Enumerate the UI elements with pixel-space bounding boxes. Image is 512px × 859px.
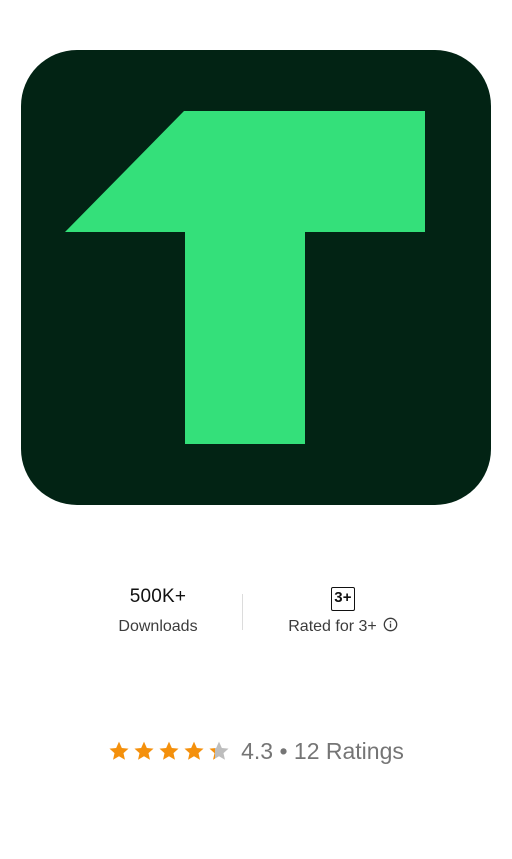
downloads-label: Downloads [118, 618, 198, 635]
rating-count: 12 Ratings [293, 738, 404, 764]
info-icon[interactable] [383, 617, 398, 639]
app-stats-row: 500K+ Downloads 3+ Rated for 3+ [0, 583, 512, 643]
downloads-stat: 500K+ Downloads [58, 583, 258, 638]
downloads-value: 500K+ [129, 586, 187, 607]
app-logo-t-icon [21, 50, 491, 505]
star-full-icon [183, 740, 205, 762]
age-rating-badge: 3+ [331, 587, 355, 611]
rating-score: 4.3 [241, 738, 274, 764]
content-rating-stat[interactable]: 3+ Rated for 3+ [243, 583, 443, 639]
ratings-row[interactable]: 4.3 • 12 Ratings [0, 734, 512, 768]
content-rating-label-row: Rated for 3+ [243, 616, 443, 639]
star-full-icon [108, 740, 130, 762]
star-full-icon [133, 740, 155, 762]
app-icon [21, 50, 491, 505]
star-rating [108, 737, 233, 771]
stats-divider [242, 594, 243, 630]
star-half-icon [208, 740, 230, 762]
content-rating-badge-row: 3+ [243, 583, 443, 611]
star-full-icon [158, 740, 180, 762]
content-rating-label: Rated for 3+ [288, 618, 377, 635]
rating-separator: • [279, 738, 288, 764]
